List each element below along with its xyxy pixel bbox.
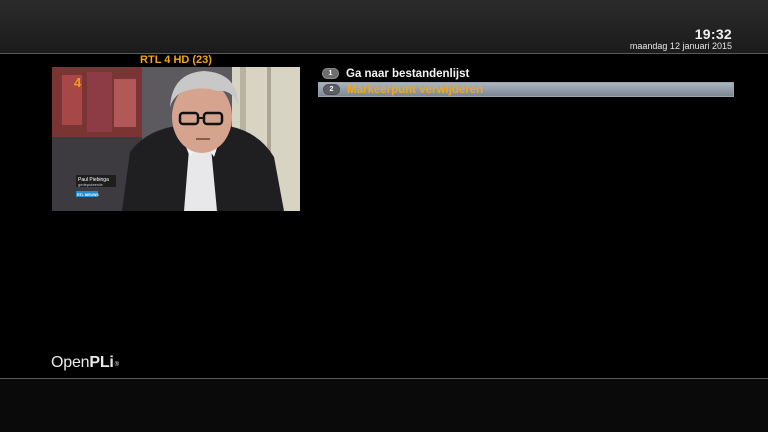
number-badge: 2 [323,84,340,95]
date-label: maandag 12 januari 2015 [629,41,732,51]
channel-name: RTL 4 HD (23) [140,54,212,66]
station-logo: 4 [74,75,82,90]
tv-preview-image: 4 Paul Piebinga gedeputeerde RTL NIEUWS [52,67,300,211]
number-badge: 1 [322,68,339,79]
header-bar: 19:32 maandag 12 januari 2015 [0,0,768,54]
logo-text-light: Open [51,354,90,371]
openpli-logo: OpenPLi® [51,354,119,372]
menu-item-remove-marker[interactable]: 2 Markeerpunt verwijderen [318,82,734,97]
lower-third-tag: RTL NIEUWS [77,193,99,197]
context-menu: 1 Ga naar bestandenlijst 2 Markeerpunt v… [318,66,734,98]
menu-item-label: Ga naar bestandenlijst [346,67,470,80]
tv-preview: 4 Paul Piebinga gedeputeerde RTL NIEUWS [52,67,300,211]
screen: 19:32 maandag 12 januari 2015 RTL 4 HD (… [0,0,768,432]
clock: 19:32 [694,26,732,42]
logo-registered-mark: ® [114,362,119,368]
menu-item-goto-filelist[interactable]: 1 Ga naar bestandenlijst [318,66,734,81]
lower-third-role: gedeputeerde [78,182,103,187]
menu-item-label: Markeerpunt verwijderen [347,83,484,96]
logo-text-bold: PLi [89,354,114,371]
footer-area [0,379,768,432]
